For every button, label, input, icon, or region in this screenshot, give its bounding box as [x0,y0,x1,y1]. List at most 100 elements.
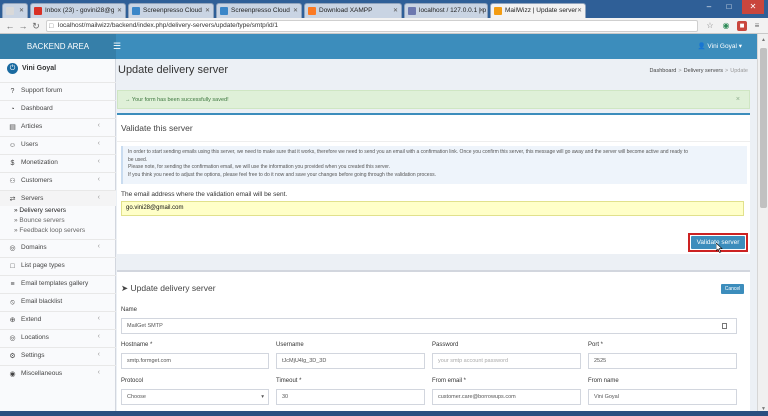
chevron-left-icon: ‹ [97,176,100,183]
chevron-left-icon: ‹ [97,315,100,322]
sidebar-item-monetization[interactable]: $ Monetization ‹ [0,154,116,170]
tab-close-icon[interactable]: ✕ [577,7,582,14]
text-icon: ≡ [10,281,15,288]
validate-server-box: Validate this server In order to start s… [117,113,750,254]
scrollbar-thumb[interactable] [760,48,767,208]
password-input[interactable]: your smtp account password [432,353,581,369]
name-input[interactable]: MailGet SMTP [121,318,737,334]
from-email-input[interactable]: customer.care@borrowups.com [432,389,581,405]
breadcrumb: Dashboard > Delivery servers > Update [649,68,748,74]
sidebar-item-support-forum[interactable]: ? Support forum [0,82,116,98]
sidebar-subitem-feedback-loop-servers[interactable]: » Feedback loop servers [14,227,85,234]
tab-close-icon[interactable]: ✕ [117,7,122,14]
sidebar-subitem-bounce-servers[interactable]: » Bounce servers [14,217,65,224]
file-icon: □ [10,263,15,270]
tab-close-icon[interactable]: ✕ [393,7,398,14]
sidebar-subitem-delivery-servers[interactable]: » Delivery servers [14,207,66,214]
user-menu[interactable]: 👤 Vini Goyal ▾ [698,42,743,50]
favicon-icon [408,7,416,15]
password-label: Password [432,342,459,348]
maximize-icon[interactable]: □ [720,0,738,14]
page-title: Update delivery server [118,64,229,76]
star-icon[interactable]: ☆ [705,21,715,31]
transfer-icon: ⇄ [9,196,16,203]
chevron-left-icon: ‹ [97,369,100,376]
tab-close-icon[interactable]: ✕ [19,7,24,14]
sidebar-profile: ⏻ Vini Goyal [0,59,116,79]
page-icon: □ [49,23,54,30]
tab-title: Download XAMPP [319,7,373,14]
sidebar-item-extend[interactable]: ⊕ Extend ‹ [0,311,116,327]
sidebar-item-domains[interactable]: ◎ Domains ‹ [0,239,116,255]
sidebar-item-label: Miscellaneous [21,370,63,377]
book-icon: ▤ [9,124,16,131]
sidebar-item-label: Email templates gallery [21,280,89,287]
ban-icon: ⦸ [10,299,15,306]
info-line: If you think you need to adjust the opti… [128,171,436,178]
breadcrumb-dashboard[interactable]: Dashboard [649,68,676,74]
tab-close-icon[interactable]: ✕ [205,7,210,14]
sidebar-item-miscellaneous[interactable]: ◉ Miscellaneous ‹ [0,365,116,381]
bullseye-icon: ◉ [9,371,16,378]
close-window-icon[interactable]: ✕ [742,0,764,14]
browser-tab[interactable]: Screenpresso Cloud ✕ [128,3,214,18]
browser-tab[interactable]: Download XAMPP ✕ [304,3,402,18]
hostname-input[interactable]: smtp.formget.com [121,353,269,369]
validation-email-input[interactable]: go.vini28@gmail.com [121,201,744,216]
browser-tab[interactable]: MailWizz | Update server ✕ [490,3,586,18]
sidebar-item-email-blacklist[interactable]: ⦸ Email blacklist [0,293,116,309]
port-label: Port * [588,342,604,348]
reload-icon[interactable]: ↻ [30,20,42,32]
update-box-title-text: Update delivery server [130,283,216,293]
url-text: localhost/mailwizz/backend/index.php/del… [58,22,279,29]
sidebar-item-label: List page types [21,262,65,269]
sidebar-item-label: Extend [21,316,42,323]
favicon-icon [34,7,42,15]
brand-logo[interactable]: BACKEND AREA [0,34,116,59]
sidebar-item-label: Email blacklist [21,298,63,305]
success-alert: → Your form has been successfully saved!… [117,90,750,109]
page-scrollbar[interactable]: ▲ ▼ [757,34,768,416]
sidebar-item-email-templates-gallery[interactable]: ≡ Email templates gallery [0,275,116,291]
username-label: Username [276,342,304,348]
timeout-input[interactable]: 30 [276,389,425,405]
scroll-up-icon[interactable]: ▲ [759,36,768,45]
sidebar-item-users[interactable]: ☺ Users ‹ [0,136,116,152]
browser-tab[interactable]: Screenpresso Cloud ✕ [216,3,302,18]
sidebar-item-settings[interactable]: ⚙ Settings ‹ [0,347,116,363]
extension-icon[interactable]: ◉ [721,21,731,31]
sidebar-item-label: Customers [21,177,53,184]
sidebar-item-customers[interactable]: ⚇ Customers ‹ [0,172,116,188]
sidebar-item-dashboard[interactable]: ◔ Dashboard [0,100,116,116]
breadcrumb-delivery-servers[interactable]: Delivery servers [684,68,723,74]
forward-icon[interactable]: → [17,20,29,32]
minimize-icon[interactable]: – [700,0,718,14]
sidebar-item-label: Settings [21,352,45,359]
browser-tab[interactable]: ✕ [2,3,28,18]
sidebar-item-servers[interactable]: ⇄ Servers ‹ [0,190,116,206]
tab-close-icon[interactable]: ✕ [293,7,298,14]
url-field[interactable]: □ localhost/mailwizz/backend/index.php/d… [46,20,698,32]
browser-tab[interactable]: Inbox (23) - govini28@g ✕ [30,3,126,18]
protocol-select[interactable]: Choose ▾ [121,389,269,405]
plus-icon: ⊕ [9,317,16,324]
update-server-box: ➤ Update delivery server Cancel Name Mai… [117,270,750,416]
port-input[interactable]: 2525 [588,353,737,369]
username-input[interactable]: tJcMjU4lg_3D_3D [276,353,425,369]
sidebar-item-articles[interactable]: ▤ Articles ‹ [0,118,116,134]
os-taskbar [0,411,768,416]
sidebar-subitem-label: Delivery servers [19,207,67,214]
menu-icon[interactable]: ≡ [752,21,762,31]
tab-close-icon[interactable]: ✕ [479,7,484,14]
sidebar-item-locations[interactable]: ◎ Locations ‹ [0,329,116,345]
close-icon[interactable]: × [736,96,740,103]
from-name-input[interactable]: Vini Goyal [588,389,737,405]
user-icon: ☺ [8,142,17,149]
back-icon[interactable]: ← [4,20,16,32]
cancel-button[interactable]: Cancel [721,284,744,294]
browser-tab[interactable]: localhost / 127.0.0.1 | p ✕ [404,3,488,18]
sidebar-toggle-icon[interactable]: ☰ [113,42,123,51]
info-line: In order to start sending emails using t… [128,149,688,155]
extension-badge-icon[interactable]: ■ [737,21,747,31]
sidebar-item-list-page-types[interactable]: □ List page types [0,257,116,273]
